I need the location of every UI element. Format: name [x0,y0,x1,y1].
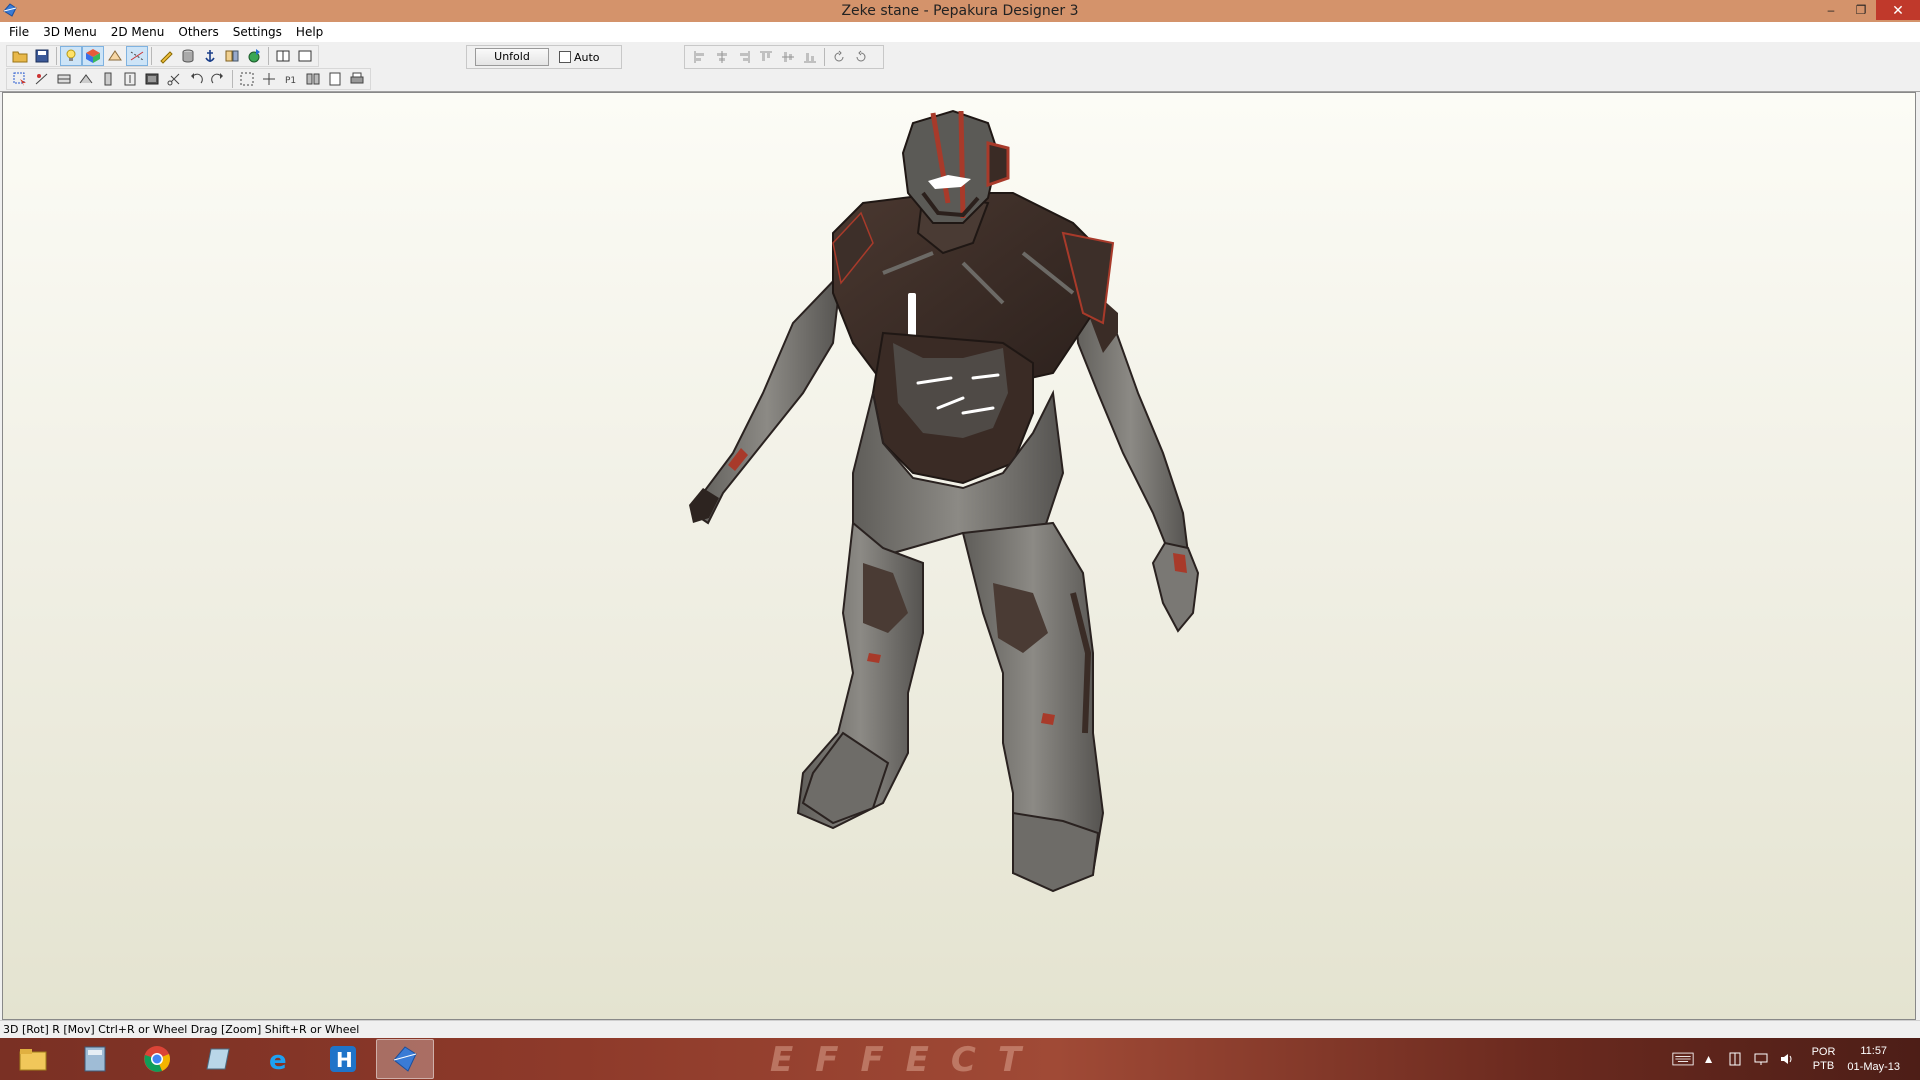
unfold-panel: Unfold Auto [466,45,622,69]
calculator-icon[interactable] [66,1039,124,1079]
clock-date: 01-May-13 [1847,1061,1900,1073]
align-left-icon[interactable] [689,47,711,67]
keyboard-icon[interactable] [1672,1048,1694,1070]
cylinder-icon[interactable] [177,46,199,66]
split-view-icon[interactable] [294,46,316,66]
svg-text:e: e [269,1046,287,1074]
window-title: Zeke stane - Pepakura Designer 3 [841,3,1079,19]
toolbar-2d: P1 [6,68,371,90]
show-hidden-icons-icon[interactable]: ▲ [1698,1048,1720,1070]
page-one-icon[interactable]: P1 [280,69,302,89]
rotate-cw-90-icon[interactable] [850,47,872,67]
keyboard-layout-code: PTB [1812,1060,1835,1072]
page-setup-icon[interactable] [324,69,346,89]
close-button[interactable]: ✕ [1876,0,1920,20]
align-center-h-icon[interactable] [711,47,733,67]
texture-cube-icon[interactable] [82,46,104,66]
align-bottom-icon[interactable] [799,47,821,67]
menu-settings[interactable]: Settings [226,25,289,39]
wallpaper-watermark: EFFECT [770,1040,1044,1080]
rotate-ccw-90-icon[interactable] [828,47,850,67]
taskbar: EFFECT e H ▲ POR PTB 11:57 01-May-13 [0,1038,1920,1080]
menu-2d[interactable]: 2D Menu [104,25,172,39]
toolbar-row-2: P1 [6,68,371,90]
toolbar-separator [56,47,57,65]
flap-icon[interactable] [53,69,75,89]
internet-explorer-icon[interactable]: e [252,1039,310,1079]
menu-help[interactable]: Help [289,25,330,39]
grid-arrange-icon[interactable] [258,69,280,89]
join-edge-icon[interactable] [31,69,53,89]
volume-icon[interactable] [1776,1048,1798,1070]
save-icon[interactable] [31,46,53,66]
edges-icon[interactable] [104,46,126,66]
globe-arrow-icon[interactable] [243,46,265,66]
status-bar: 3D [Rot] R [Mov] Ctrl+R or Wheel Drag [Z… [0,1020,1920,1038]
menu-others[interactable]: Others [171,25,225,39]
device-icon[interactable] [1724,1048,1746,1070]
auto-checkbox[interactable] [559,51,571,63]
3d-viewport[interactable] [2,92,1916,1020]
toolbar-separator [232,70,233,88]
tab-edit-icon[interactable] [75,69,97,89]
single-view-icon[interactable] [272,46,294,66]
toolbar-separator [151,47,152,65]
align-center-v-icon[interactable] [777,47,799,67]
h-app-icon[interactable]: H [314,1039,372,1079]
open-icon[interactable] [9,46,31,66]
pepakura-icon[interactable] [376,1039,434,1079]
auto-label: Auto [574,50,600,64]
auto-option[interactable]: Auto [559,51,600,64]
menu-3d[interactable]: 3D Menu [36,25,104,39]
toolbar-area: Unfold Auto P1 [0,42,1920,92]
print-icon[interactable] [346,69,368,89]
menu-file[interactable]: File [2,25,36,39]
svg-text:H: H [336,1048,353,1072]
system-tray: ▲ POR PTB 11:57 01-May-13 [1670,1038,1920,1080]
parts-icon[interactable] [221,46,243,66]
network-icon[interactable] [1750,1048,1772,1070]
text-icon[interactable] [119,69,141,89]
language-indicator[interactable]: POR PTB [1812,1045,1836,1073]
clock[interactable]: 11:57 01-May-13 [1847,1043,1900,1075]
arrange-icon[interactable] [236,69,258,89]
glue-icon[interactable] [97,69,119,89]
chrome-icon[interactable] [128,1039,186,1079]
anchor-icon[interactable] [199,46,221,66]
page-layout-icon[interactable] [302,69,324,89]
align-top-icon[interactable] [755,47,777,67]
restore-button[interactable]: ❐ [1846,0,1876,20]
minimize-button[interactable]: – [1816,0,1846,20]
window-controls: – ❐ ✕ [1816,0,1920,20]
toolbar-separator [268,47,269,65]
align-toolbar [684,45,884,69]
file-explorer-icon[interactable] [4,1039,62,1079]
title-bar: Zeke stane - Pepakura Designer 3 – ❐ ✕ [0,0,1920,22]
light-bulb-icon[interactable] [60,46,82,66]
unfold-button[interactable]: Unfold [475,48,549,66]
notes-icon[interactable] [190,1039,248,1079]
svg-text:P1: P1 [285,76,296,86]
pencil-icon[interactable] [155,46,177,66]
image-icon[interactable] [141,69,163,89]
scissors-icon[interactable] [163,69,185,89]
select-icon[interactable] [9,69,31,89]
menu-bar: File 3D Menu 2D Menu Others Settings Hel… [0,22,1920,42]
toolbar-main [6,45,319,67]
align-right-icon[interactable] [733,47,755,67]
toolbar-row-1 [6,45,319,67]
armor-model-render [689,109,1200,893]
clock-time: 11:57 [1860,1045,1888,1057]
language-code: POR [1811,1046,1836,1058]
redo-icon[interactable] [207,69,229,89]
undo-icon[interactable] [185,69,207,89]
toolbar-separator [824,48,825,66]
fold-lines-icon[interactable] [126,46,148,66]
